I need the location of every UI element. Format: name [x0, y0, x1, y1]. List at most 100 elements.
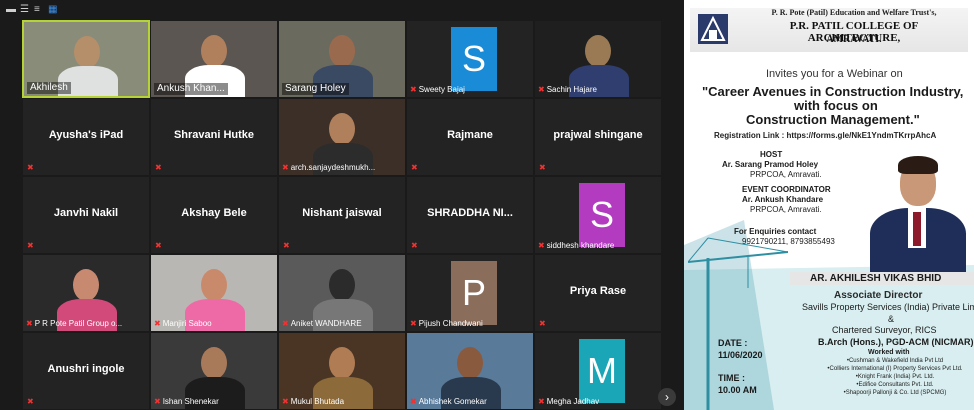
- participant-name: Janvhi Nakil: [53, 207, 119, 219]
- participant-tile[interactable]: P ✖ Pijush Chandwani: [406, 254, 534, 332]
- company-item: •Shapoorji Pallonji & Co. Ltd (SPCMG): [843, 390, 947, 396]
- participant-tile[interactable]: S ✖ Sweety Bajaj: [406, 20, 534, 98]
- muted-mic-icon: ✖: [282, 397, 289, 406]
- muted-mic-icon: ✖: [283, 241, 290, 250]
- participant-face: [73, 269, 99, 301]
- participant-name: Akshay Bele: [181, 207, 247, 219]
- muted-mic-icon: ✖: [410, 319, 417, 328]
- participant-tile[interactable]: Priya Rase ✖: [534, 254, 662, 332]
- participant-tile[interactable]: Nishant jaiswal ✖: [278, 176, 406, 254]
- participant-tile[interactable]: M ✖ Megha Jadhav: [534, 332, 662, 410]
- muted-mic-icon: ✖: [155, 241, 162, 250]
- date-value: 11/06/2020: [718, 350, 763, 360]
- participant-name-label: Ankush Khan...: [154, 83, 228, 95]
- participant-tile[interactable]: ✖ Mukul Bhutada: [278, 332, 406, 410]
- participant-name-label: ✖ siddhesh khandare: [538, 241, 614, 251]
- next-page-button[interactable]: ›: [658, 388, 676, 406]
- participant-tile[interactable]: Ayusha's iPad ✖: [22, 98, 150, 176]
- participant-avatar: M: [579, 339, 625, 403]
- muted-mic-icon: ✖: [538, 397, 545, 406]
- participant-tile[interactable]: Janvhi Nakil ✖: [22, 176, 150, 254]
- meeting-toolbar: ▬ ☰ ≡ ▦: [0, 0, 684, 20]
- participant-tile[interactable]: ✖ Ishan Shenekar: [150, 332, 278, 410]
- participant-tile[interactable]: Akhilesh: [22, 20, 150, 98]
- webinar-title-3: Construction Management.": [746, 112, 920, 127]
- time-value: 10.00 AM: [718, 385, 757, 395]
- registration-link: Registration Link : https://forms.gle/Nk…: [714, 131, 937, 140]
- participant-tile[interactable]: ✖ Aniket WANDHARE: [278, 254, 406, 332]
- company-item: •Edifice Consultants Pvt. Ltd.: [856, 382, 934, 388]
- participant-tile[interactable]: ✖ Abhishek Gomekar: [406, 332, 534, 410]
- worked-with-label: Worked with: [868, 349, 910, 356]
- participant-avatar: S: [451, 27, 497, 91]
- participant-name: siddhesh khandare: [546, 241, 615, 250]
- participant-name-label: ✖ Manjiri Saboo: [154, 319, 212, 329]
- participant-tile[interactable]: ✖ arch.sanjaydeshmukh...: [278, 98, 406, 176]
- date-label: DATE :: [718, 338, 748, 348]
- muted-mic-icon: ✖: [27, 241, 34, 250]
- webinar-title-1: "Career Avenues in Construction Industry…: [702, 84, 964, 99]
- participant-tile[interactable]: prajwal shingane ✖: [534, 98, 662, 176]
- gallery-view-icon[interactable]: ▦: [48, 5, 57, 15]
- invite-text: Invites you for a Webinar on: [766, 68, 903, 80]
- participant-name: Megha Jadhav: [546, 397, 600, 406]
- menu-icon[interactable]: ☰: [20, 5, 29, 15]
- participant-name-label: ✖ P R Pote Patil Group o...: [26, 319, 122, 329]
- trust-name: P. R. Pote (Patil) Education and Welfare…: [771, 8, 937, 17]
- participant-tile[interactable]: Anushri ingole ✖: [22, 332, 150, 410]
- participant-tile[interactable]: ✖ Manjiri Saboo: [150, 254, 278, 332]
- webinar-title-2: with focus on: [794, 98, 878, 113]
- ampersand: &: [888, 314, 895, 324]
- participant-name: Sachin Hajare: [546, 85, 597, 94]
- participant-tile[interactable]: Akshay Bele ✖: [150, 176, 278, 254]
- participant-tile[interactable]: ✖ Sachin Hajare: [534, 20, 662, 98]
- time-label: TIME :: [718, 373, 745, 383]
- speaker-name: AR. AKHILESH VIKAS BHID: [810, 273, 942, 284]
- participant-name-label: ✖ Aniket WANDHARE: [282, 319, 362, 329]
- participant-name: arch.sanjaydeshmukh...: [290, 163, 376, 172]
- participant-face: [457, 347, 483, 379]
- participant-name-label: ✖ Megha Jadhav: [538, 397, 599, 407]
- participant-name: Pijush Chandwani: [418, 319, 483, 328]
- participant-tile[interactable]: Shravani Hutke ✖: [150, 98, 278, 176]
- participant-avatar: S: [579, 183, 625, 247]
- speaker-company: Savills Property Services (India) Privat…: [802, 302, 974, 312]
- participant-tile[interactable]: Ankush Khan...: [150, 20, 278, 98]
- participant-tile[interactable]: Rajmane ✖: [406, 98, 534, 176]
- participant-name-label: ✖ Abhishek Gomekar: [410, 397, 487, 407]
- host-name: Ar. Sarang Pramod Holey: [722, 160, 819, 169]
- participant-face: [201, 347, 227, 379]
- company-list: •Cushman & Wakefield India Pvt Ltd •Colli…: [816, 357, 974, 397]
- muted-mic-icon: ✖: [154, 319, 161, 328]
- participant-name: prajwal shingane: [553, 129, 643, 141]
- participant-name: SHRADDHA NI...: [427, 207, 513, 219]
- participant-name: Akhilesh: [30, 82, 68, 93]
- muted-mic-icon: ✖: [27, 163, 34, 172]
- list-view-icon[interactable]: ≡: [34, 5, 40, 15]
- participant-name: Mukul Bhutada: [290, 397, 345, 406]
- muted-mic-icon: ✖: [411, 163, 418, 172]
- participant-tile[interactable]: S ✖ siddhesh khandare: [534, 176, 662, 254]
- participant-name-label: Akhilesh: [27, 82, 71, 94]
- muted-mic-icon: ✖: [282, 163, 289, 172]
- coordinator-org: PRPCOA, Amravati.: [750, 205, 822, 214]
- speaker-role-2: Chartered Surveyor, RICS: [832, 325, 937, 335]
- muted-mic-icon: ✖: [411, 241, 418, 250]
- muted-mic-icon: ✖: [538, 241, 545, 250]
- muted-mic-icon: ✖: [282, 319, 289, 328]
- flyer-header: P. R. Pote (Patil) Education and Welfare…: [684, 0, 974, 60]
- muted-mic-icon: ✖: [539, 319, 546, 328]
- muted-mic-icon: ✖: [538, 85, 545, 94]
- company-item: •Cushman & Wakefield India Pvt Ltd: [846, 358, 944, 364]
- host-org: PRPCOA, Amravati.: [750, 170, 822, 179]
- participant-name: Sarang Holey: [285, 83, 346, 94]
- minimize-icon[interactable]: ▬: [6, 5, 16, 15]
- participant-tile[interactable]: SHRADDHA NI... ✖: [406, 176, 534, 254]
- muted-mic-icon: ✖: [26, 319, 33, 328]
- participant-tile[interactable]: ✖ P R Pote Patil Group o...: [22, 254, 150, 332]
- participant-avatar: P: [451, 261, 497, 325]
- participant-tile[interactable]: Sarang Holey: [278, 20, 406, 98]
- company-item: •Colliers International (I) Property Ser…: [827, 366, 963, 372]
- participant-face: [329, 113, 355, 145]
- participant-name: Sweety Bajaj: [418, 85, 465, 94]
